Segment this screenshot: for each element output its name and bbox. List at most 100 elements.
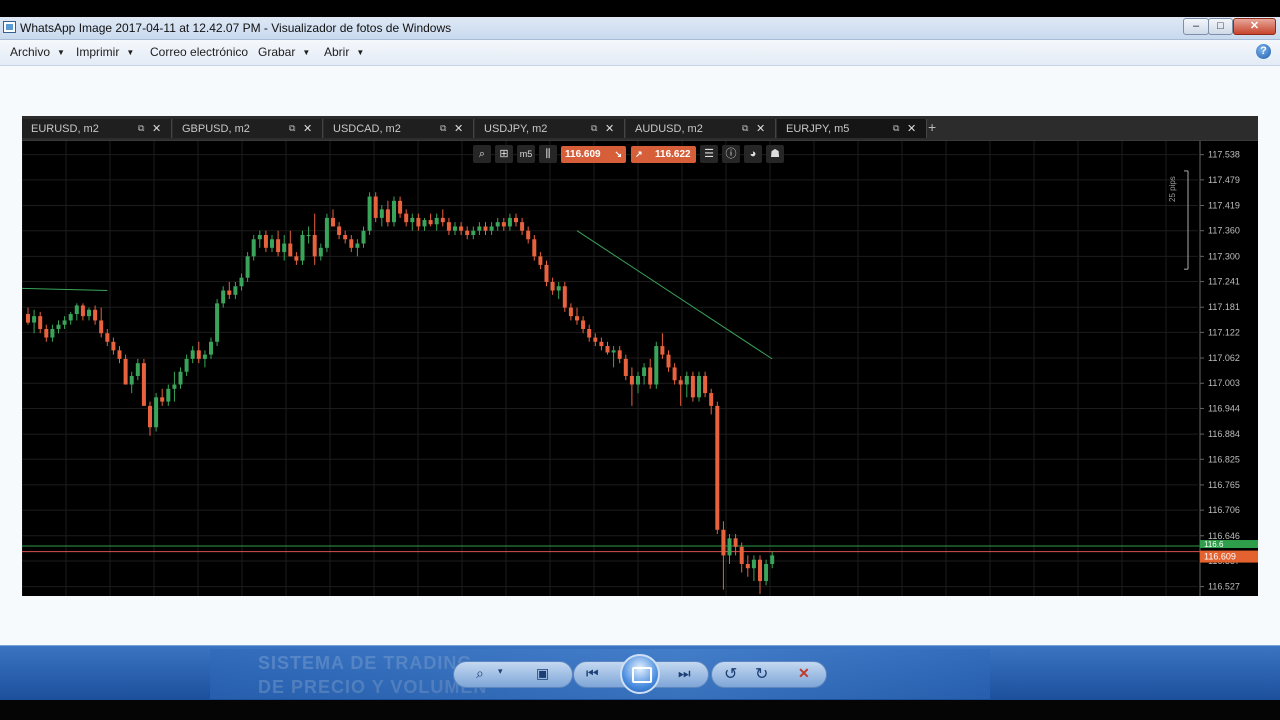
candle-body: [233, 286, 238, 295]
price-tick-label: 116.765: [1208, 480, 1240, 490]
trader-icon[interactable]: ☗: [766, 145, 784, 163]
window-title-bar: WhatsApp Image 2017-04-11 at 12.42.07 PM…: [0, 17, 1280, 40]
candle-body: [245, 256, 250, 278]
tab-audusd[interactable]: AUDUSD, m2 ⧉ ✕: [626, 119, 776, 138]
menu-imprimir[interactable]: Imprimir ▼: [76, 45, 134, 59]
candle-body: [629, 375, 634, 385]
zoom-icon[interactable]: ⌕: [476, 665, 484, 682]
popout-icon[interactable]: ⧉: [440, 123, 446, 134]
tab-usdjpy[interactable]: USDJPY, m2 ⧉ ✕: [475, 119, 625, 138]
candle-body: [99, 320, 104, 334]
candle-body: [373, 196, 378, 218]
slideshow-button[interactable]: [620, 654, 660, 694]
sell-price-button[interactable]: 116.609 ↘: [561, 146, 626, 163]
tab-eurjpy[interactable]: EURJPY, m5 ⧉ ✕: [777, 119, 927, 138]
bid-price-tag-label: 116.609: [1204, 552, 1236, 562]
candle-body: [611, 350, 616, 353]
background-text-line-2: DE PRECIO Y VOLUMEN: [258, 677, 488, 697]
chevron-down-icon: ▼: [126, 48, 135, 57]
candle-body: [74, 305, 79, 315]
close-icon[interactable]: ✕: [454, 122, 463, 135]
candle-body: [202, 354, 207, 359]
candles-icon[interactable]: ⫼: [539, 145, 557, 163]
popout-icon[interactable]: ⧉: [138, 123, 144, 134]
alert-icon[interactable]: ◕: [744, 145, 762, 163]
candle-body: [50, 328, 55, 338]
price-tick-label: 117.241: [1208, 277, 1240, 287]
price-tick-label: 116.944: [1208, 403, 1240, 413]
menu-correo[interactable]: Correo electrónico: [150, 45, 248, 59]
candle-body: [385, 209, 390, 223]
tab-usdcad[interactable]: USDCAD, m2 ⧉ ✕: [324, 119, 474, 138]
candle-body: [672, 367, 677, 381]
minimize-button[interactable]: –: [1183, 18, 1209, 35]
crosshair-icon[interactable]: ⊞: [495, 145, 513, 163]
candle-body: [459, 226, 464, 231]
candle-body: [514, 217, 518, 223]
tab-eurusd[interactable]: EURUSD, m2 ⧉ ✕: [22, 119, 172, 138]
rotate-cw-icon[interactable]: ↻: [755, 664, 768, 684]
candle-body: [605, 346, 610, 353]
eurjpy-candlestick-chart[interactable]: 117.538 117.479 117.419 117.360 117.300 117.2…: [22, 141, 1258, 596]
trendline: [22, 287, 108, 292]
help-icon[interactable]: ?: [1256, 44, 1271, 59]
candle-body: [324, 217, 329, 248]
add-tab-button[interactable]: +: [928, 119, 936, 135]
close-icon[interactable]: ✕: [605, 122, 614, 135]
menu-abrir[interactable]: Abrir ▼: [324, 45, 364, 59]
zoom-icon[interactable]: ⌕: [473, 145, 491, 163]
buy-price-button[interactable]: ↗ 116.622: [631, 146, 696, 163]
candle-body: [160, 397, 165, 402]
close-button[interactable]: ✕: [1233, 18, 1276, 35]
next-icon[interactable]: ⏭: [678, 665, 691, 682]
pips-scale-label: 25 pips: [1168, 176, 1177, 202]
popout-icon[interactable]: ⧉: [289, 123, 295, 134]
sell-price: 116.609: [565, 149, 601, 160]
previous-icon[interactable]: ⏮: [586, 665, 599, 682]
popout-icon[interactable]: ⧉: [893, 123, 899, 134]
candle-body: [123, 358, 128, 385]
candle-body: [465, 230, 470, 235]
candle-body: [221, 290, 226, 304]
candle-body: [68, 314, 73, 321]
chevron-down-icon[interactable]: ▾: [498, 666, 503, 677]
menu-abrir-label: Abrir: [324, 45, 350, 59]
candle-body: [343, 234, 348, 240]
close-icon[interactable]: ✕: [756, 122, 765, 135]
tab-gbpusd[interactable]: GBPUSD, m2 ⧉ ✕: [173, 119, 323, 138]
rotate-ccw-icon[interactable]: ↺: [724, 664, 737, 684]
list-icon[interactable]: ☰: [700, 145, 718, 163]
menu-archivo-label: Archivo: [10, 45, 51, 59]
menu-grabar[interactable]: Grabar ▼: [258, 45, 310, 59]
close-icon[interactable]: ✕: [907, 122, 916, 135]
candle-body: [87, 309, 91, 317]
candle-body: [227, 290, 232, 295]
candle-body: [209, 341, 213, 355]
candle-body: [428, 220, 433, 225]
popout-icon[interactable]: ⧉: [742, 123, 748, 134]
close-icon[interactable]: ✕: [303, 122, 312, 135]
timeframe-selector[interactable]: m5: [517, 145, 535, 163]
delete-icon[interactable]: ✕: [798, 665, 810, 682]
candle-body: [715, 405, 720, 530]
close-icon[interactable]: ✕: [152, 122, 161, 135]
candle-body: [263, 234, 268, 248]
fit-to-window-icon[interactable]: ▣: [536, 665, 549, 682]
menu-correo-label: Correo electrónico: [150, 45, 249, 59]
maximize-button[interactable]: □: [1208, 18, 1233, 35]
candle-body: [306, 234, 311, 236]
window-title: WhatsApp Image 2017-04-11 at 12.42.07 PM…: [20, 21, 452, 35]
candles: [26, 192, 775, 594]
menu-archivo[interactable]: Archivo ▼: [10, 45, 65, 59]
info-icon[interactable]: ⓘ: [722, 145, 740, 163]
candle-body: [751, 559, 756, 569]
price-tick-label: 117.062: [1208, 353, 1240, 363]
candle-body: [703, 375, 708, 394]
edit-group: ↺ ↻ ✕: [711, 661, 827, 688]
candle-body: [56, 324, 61, 329]
trendline: [576, 230, 773, 360]
popout-icon[interactable]: ⧉: [591, 123, 597, 134]
candle-body: [300, 234, 305, 261]
price-tick-label: 116.527: [1208, 582, 1240, 592]
candle-body: [617, 350, 622, 359]
